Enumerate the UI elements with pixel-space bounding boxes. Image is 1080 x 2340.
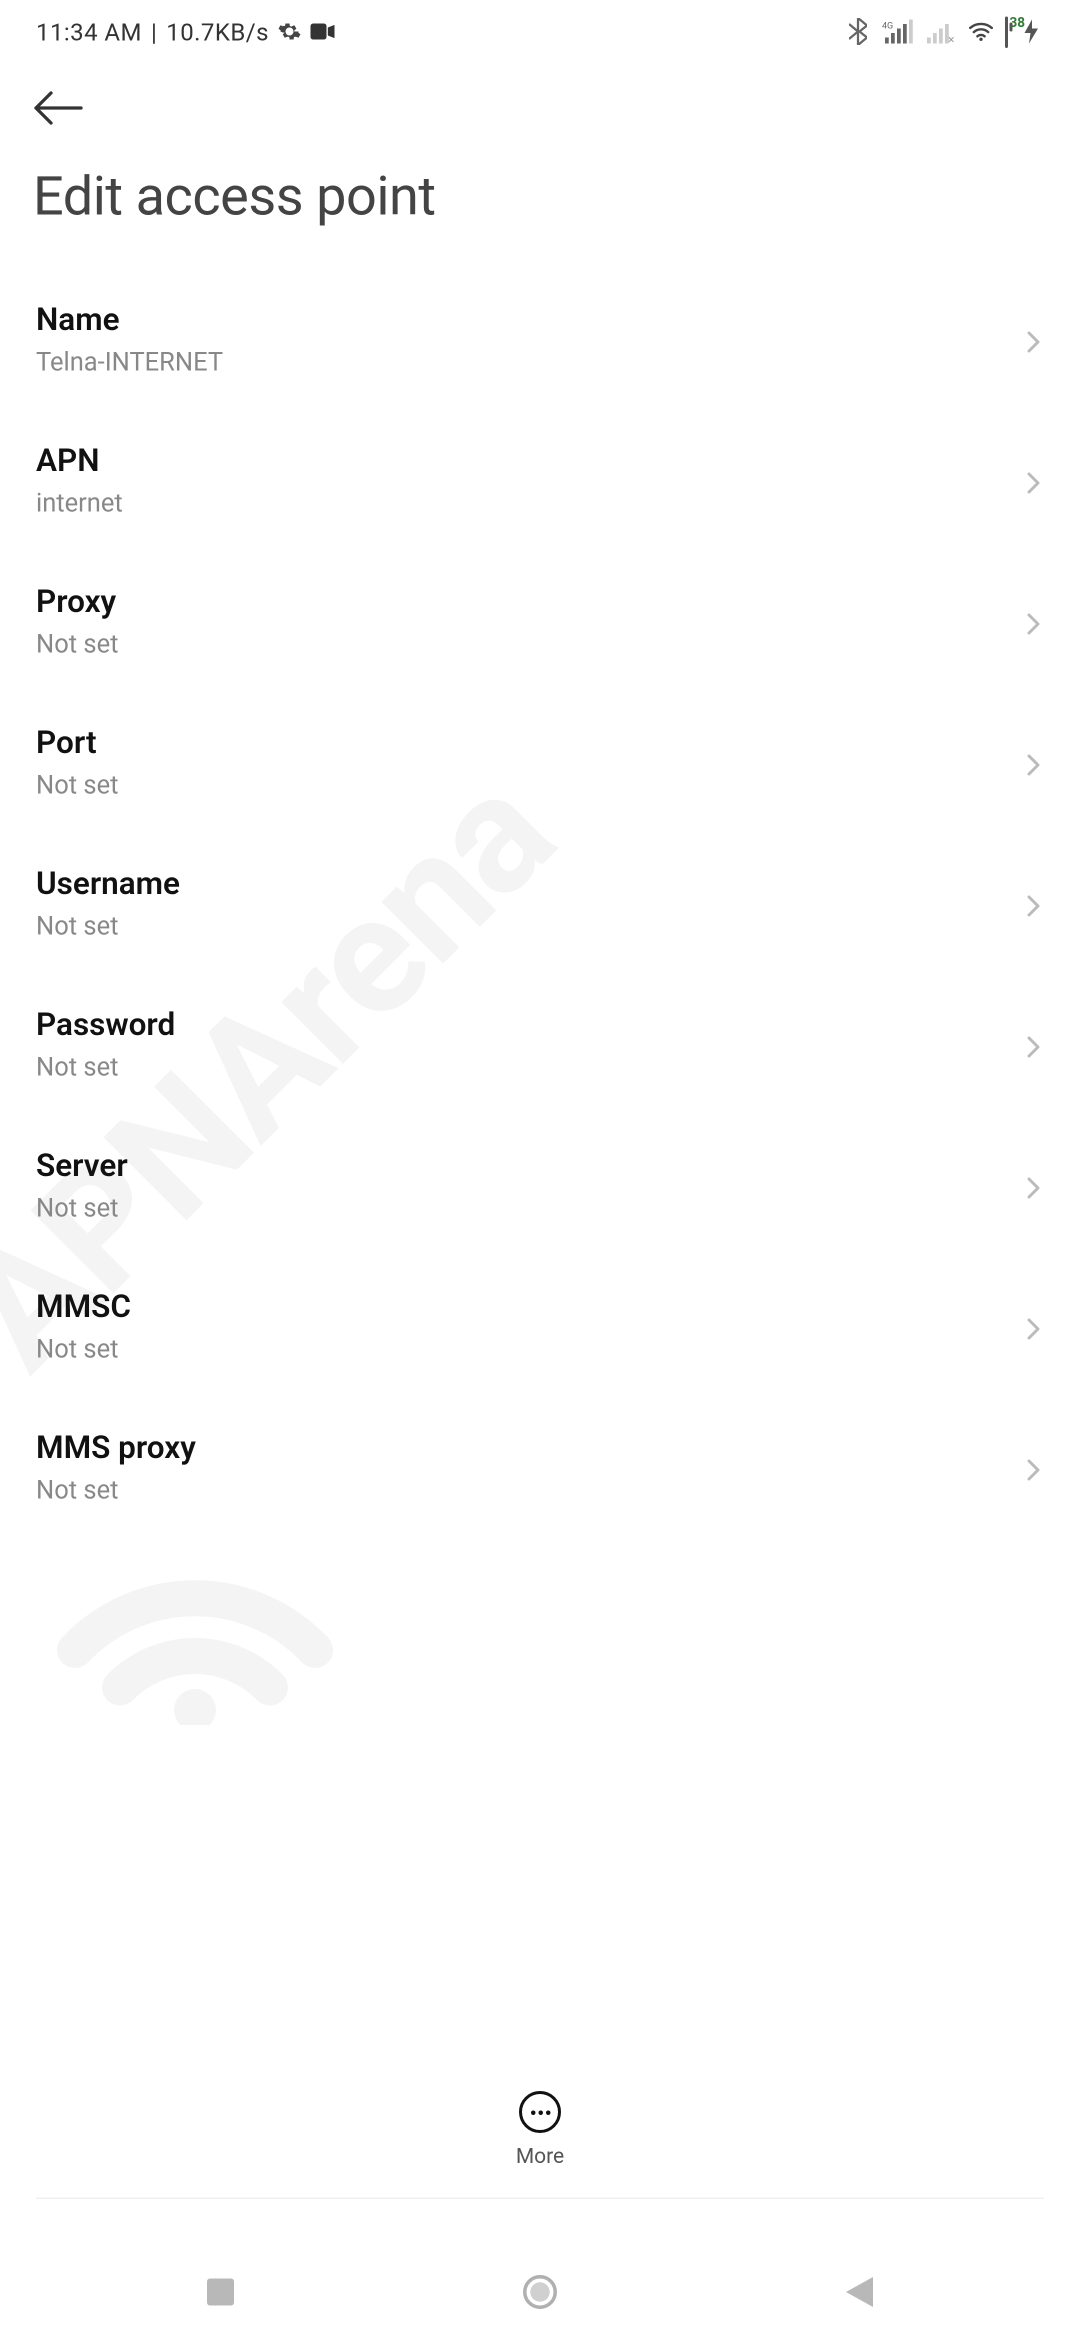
- password-label: Password: [36, 1008, 175, 1044]
- mms-proxy-row[interactable]: MMS proxy Not set: [0, 1398, 1080, 1539]
- server-row[interactable]: Server Not set: [0, 1116, 1080, 1257]
- port-value: Not set: [36, 771, 118, 801]
- nav-back-button[interactable]: [842, 2274, 878, 2310]
- back-arrow-icon: [33, 90, 84, 126]
- camera-icon: [311, 20, 335, 44]
- nav-recent-button[interactable]: [202, 2274, 238, 2310]
- chevron-right-icon: [1023, 1035, 1044, 1056]
- chevron-right-icon: [1023, 330, 1044, 351]
- more-button[interactable]: More: [0, 2091, 1080, 2196]
- wifi-icon: [969, 20, 993, 44]
- apn-row[interactable]: APN internet: [0, 411, 1080, 552]
- chevron-right-icon: [1023, 471, 1044, 492]
- status-net-speed: 10.7KB/s: [166, 17, 269, 46]
- proxy-label: Proxy: [36, 585, 118, 621]
- page-title: Edit access point: [0, 132, 1080, 270]
- port-row[interactable]: Port Not set: [0, 693, 1080, 834]
- settings-list: Name Telna-INTERNET APN internet Proxy N…: [0, 270, 1080, 1539]
- mms-proxy-value: Not set: [36, 1476, 196, 1506]
- server-value: Not set: [36, 1194, 128, 1224]
- proxy-row[interactable]: Proxy Not set: [0, 552, 1080, 693]
- gear-icon: [278, 20, 302, 44]
- apn-name-label: Name: [36, 303, 223, 339]
- apn-label: APN: [36, 444, 123, 480]
- mms-proxy-label: MMS proxy: [36, 1431, 196, 1467]
- password-row[interactable]: Password Not set: [0, 975, 1080, 1116]
- chevron-right-icon: [1023, 1176, 1044, 1197]
- mmsc-row[interactable]: MMSC Not set: [0, 1257, 1080, 1398]
- username-label: Username: [36, 867, 180, 903]
- mmsc-label: MMSC: [36, 1290, 131, 1326]
- svg-text:4G: 4G: [882, 22, 893, 32]
- apn-name-row[interactable]: Name Telna-INTERNET: [0, 270, 1080, 411]
- divider: [36, 2198, 1044, 2200]
- username-row[interactable]: Username Not set: [0, 834, 1080, 975]
- username-value: Not set: [36, 912, 180, 942]
- chevron-right-icon: [1023, 612, 1044, 633]
- system-nav-bar: [0, 2244, 1080, 2340]
- bluetooth-icon: [846, 20, 870, 44]
- status-bar: 11:34 AM | 10.7KB/s 4G: [0, 0, 1080, 63]
- battery-indicator: 38: [1005, 17, 1008, 46]
- port-label: Port: [36, 726, 118, 762]
- more-icon: [519, 2091, 561, 2133]
- server-label: Server: [36, 1149, 128, 1185]
- apn-value: internet: [36, 489, 123, 519]
- svg-text:×: ×: [948, 33, 954, 44]
- back-button[interactable]: [33, 90, 84, 132]
- nav-home-button[interactable]: [522, 2274, 558, 2310]
- chevron-right-icon: [1023, 1317, 1044, 1338]
- proxy-value: Not set: [36, 630, 118, 660]
- signal-4g-icon: 4G: [882, 20, 915, 44]
- signal-no-sim-icon: ×: [927, 20, 957, 44]
- mmsc-value: Not set: [36, 1335, 131, 1365]
- chevron-right-icon: [1023, 894, 1044, 915]
- password-value: Not set: [36, 1053, 175, 1083]
- more-label: More: [516, 2145, 564, 2169]
- chevron-right-icon: [1023, 1458, 1044, 1479]
- chevron-right-icon: [1023, 753, 1044, 774]
- status-time: 11:34 AM: [36, 17, 142, 46]
- apn-name-value: Telna-INTERNET: [36, 348, 223, 378]
